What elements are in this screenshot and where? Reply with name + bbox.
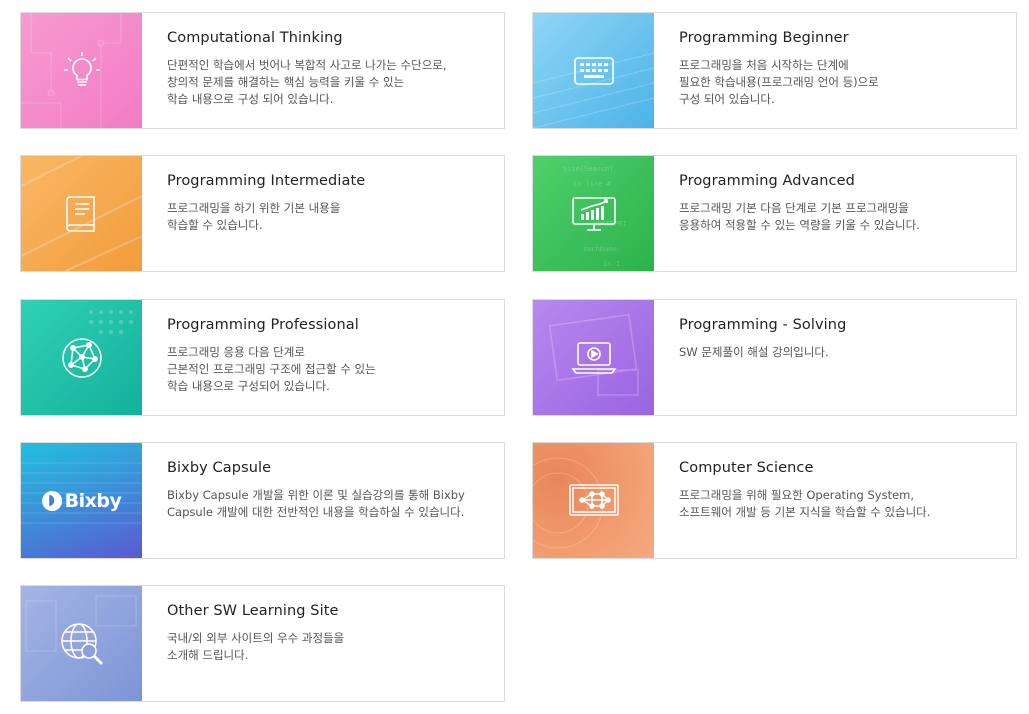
course-title: Other SW Learning Site bbox=[167, 603, 339, 619]
course-thumbnail bbox=[21, 300, 142, 415]
course-thumbnail bbox=[533, 300, 654, 415]
svg-text:in line #: in line # bbox=[573, 180, 612, 188]
course-card-computer-science[interactable]: Computer Science 프로그래밍을 위해 필요한 Operating… bbox=[532, 442, 1017, 559]
course-card-programming-advanced[interactable]: size(Search) in line # IDHTDFRI suchName: in… bbox=[532, 155, 1017, 272]
course-description: Bixby Capsule 개발을 위한 이론 및 실습강의를 통해 Bixby… bbox=[167, 488, 465, 519]
course-card-computational-thinking[interactable]: Computational Thinking 단편적인 학습에서 벗어나 복합적… bbox=[20, 12, 505, 129]
course-title: Programming Intermediate bbox=[167, 173, 366, 189]
book-icon bbox=[65, 195, 95, 232]
course-card-programming-beginner[interactable]: Programming Beginner 프로그래밍을 처음 시작하는 단계에 … bbox=[532, 12, 1017, 129]
course-title: Programming - Solving bbox=[679, 317, 847, 333]
course-description: 프로그래밍을 하기 위한 기본 내용을 학습할 수 있습니다. bbox=[167, 201, 341, 232]
network-screen-icon bbox=[568, 483, 619, 516]
bixby-logo-text: Bixby bbox=[64, 489, 122, 512]
course-thumbnail bbox=[533, 443, 654, 558]
bixby-mark-icon bbox=[41, 490, 62, 511]
course-description: 국내/외 외부 사이트의 우수 과정들을 소개해 드립니다. bbox=[167, 631, 345, 662]
svg-text:size(Search): size(Search) bbox=[563, 165, 614, 173]
course-description: 프로그래밍을 위해 필요한 Operating System, 소프트웨어 개발… bbox=[679, 488, 931, 519]
course-card-bixby-capsule[interactable]: Bixby Bixby Capsule Bixby Capsule 개발을 위한… bbox=[20, 442, 505, 559]
course-card-programming-solving[interactable]: Programming - Solving SW 문제풀이 해설 강의입니다. bbox=[532, 299, 1017, 416]
course-thumbnail bbox=[21, 586, 142, 701]
svg-text:in 1: in 1 bbox=[603, 260, 620, 268]
course-title: Programming Advanced bbox=[679, 173, 855, 189]
course-thumbnail bbox=[533, 13, 654, 128]
course-description: 단편적인 학습에서 벗어나 복합적 사고로 나가는 수단으로, 창의적 문제를 … bbox=[167, 58, 447, 106]
globe-search-icon bbox=[60, 622, 103, 665]
course-title: Programming Beginner bbox=[679, 30, 849, 46]
course-description: SW 문제풀이 해설 강의입니다. bbox=[679, 345, 829, 359]
course-description: 프로그래밍을 처음 시작하는 단계에 필요한 학습내용(프로그래밍 언어 등)으… bbox=[679, 58, 879, 106]
network-globe-icon bbox=[61, 337, 102, 378]
course-description: 프로그래밍 응용 다음 단계로 근본적인 프로그래밍 구조에 접근할 수 있는 … bbox=[167, 345, 376, 393]
course-description: 프로그래밍 기본 다음 단계로 기본 프로그래밍을 응용하여 적용할 수 있는 … bbox=[679, 201, 920, 232]
course-title: Computer Science bbox=[679, 460, 814, 476]
lightbulb-icon bbox=[63, 51, 100, 86]
course-thumbnail: Bixby bbox=[21, 443, 142, 558]
course-title: Bixby Capsule bbox=[167, 460, 272, 476]
chart-monitor-icon bbox=[571, 196, 616, 231]
course-card-programming-intermediate[interactable]: Programming Intermediate 프로그래밍을 하기 위한 기본… bbox=[20, 155, 505, 272]
course-thumbnail bbox=[21, 156, 142, 271]
course-thumbnail: size(Search) in line # IDHTDFRI suchName: in… bbox=[533, 156, 654, 271]
keyboard-icon bbox=[573, 56, 614, 85]
course-title: Computational Thinking bbox=[167, 30, 343, 46]
course-thumbnail bbox=[21, 13, 142, 128]
course-card-other-sw-learning-site[interactable]: Other SW Learning Site 국내/외 외부 사이트의 우수 과… bbox=[20, 585, 505, 702]
course-title: Programming Professional bbox=[167, 317, 359, 333]
course-card-programming-professional[interactable]: Programming Professional 프로그래밍 응용 다음 단계로… bbox=[20, 299, 505, 416]
laptop-play-icon bbox=[570, 341, 617, 374]
bixby-logo: Bixby bbox=[41, 489, 122, 512]
svg-text:suchName:: suchName: bbox=[583, 245, 621, 253]
